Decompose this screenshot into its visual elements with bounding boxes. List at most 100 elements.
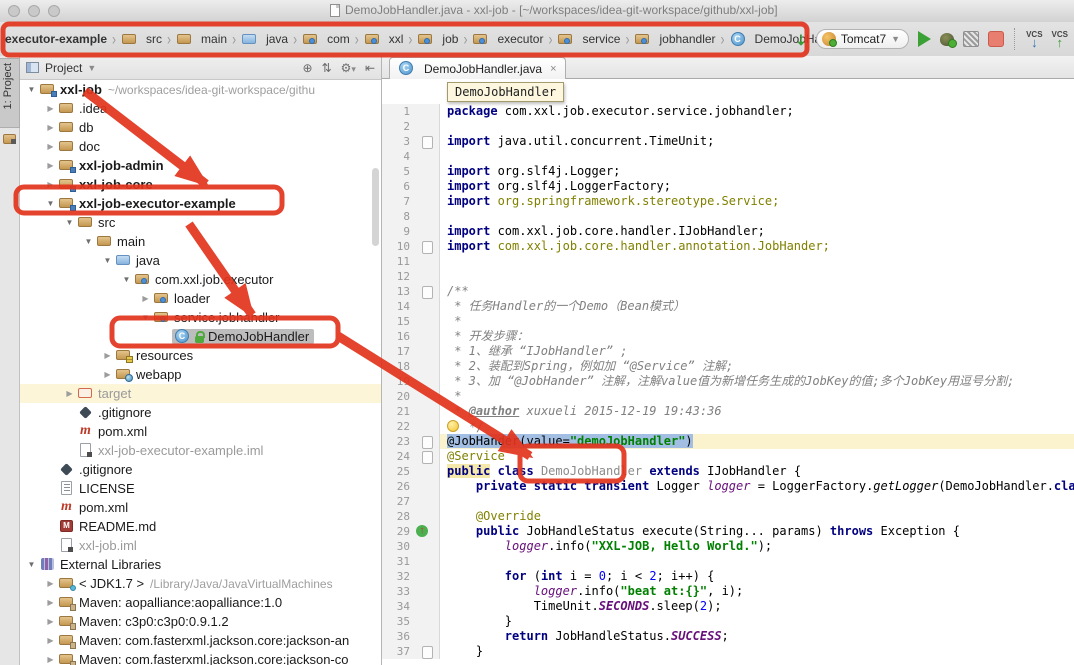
tree-row-service-jobhandler[interactable]: ▼service.jobhandler — [20, 308, 381, 327]
breadcrumb-item-java[interactable]: java — [240, 30, 289, 49]
breadcrumb-item-com[interactable]: com — [301, 30, 351, 49]
line-number[interactable]: 35 — [382, 614, 414, 629]
code-line-1[interactable]: 1 package com.xxl.job.executor.service.jo… — [382, 104, 1074, 119]
tree-row-external-libraries[interactable]: ▼External Libraries — [20, 555, 381, 574]
code-line-10[interactable]: 10import com.xxl.job.core.handler.annota… — [382, 239, 1074, 254]
code-text[interactable]: */ — [440, 419, 1074, 434]
code-text[interactable] — [440, 149, 1074, 164]
line-number[interactable]: 25 — [382, 464, 414, 479]
line-number[interactable]: 3 — [382, 134, 414, 149]
code-line-14[interactable]: 14 * 任务Handler的一个Demo（Bean模式） — [382, 299, 1074, 314]
code-line-5[interactable]: 5import org.slf4j.Logger; — [382, 164, 1074, 179]
line-number[interactable]: 2 — [382, 119, 414, 134]
project-stripe-folder-icon[interactable] — [3, 134, 16, 144]
tree-row-maven-aopalliance-aopalliance-1-0[interactable]: ▶Maven: aopalliance:aopalliance:1.0 — [20, 593, 381, 612]
code-text[interactable]: * 1、继承 “IJobHandler” ; — [440, 344, 1074, 359]
code-text[interactable] — [440, 209, 1074, 224]
line-number[interactable]: 28 — [382, 509, 414, 524]
code-line-22[interactable]: 22 */ — [382, 419, 1074, 434]
code-line-13[interactable]: 13/** — [382, 284, 1074, 299]
tree-expander[interactable]: ▼ — [100, 256, 115, 265]
tree-row-doc[interactable]: ▶doc — [20, 137, 381, 156]
line-number[interactable]: 17 — [382, 344, 414, 359]
vcs-update-button[interactable]: VCS ↓ — [1026, 31, 1042, 47]
line-number[interactable]: 18 — [382, 359, 414, 374]
minimize-window-button[interactable] — [28, 5, 40, 17]
breadcrumb-item-xxl[interactable]: xxl — [363, 30, 405, 49]
code-line-20[interactable]: 20 * — [382, 389, 1074, 404]
tree-row-src[interactable]: ▼src — [20, 213, 381, 232]
line-number[interactable]: 16 — [382, 329, 414, 344]
line-number[interactable]: 9 — [382, 224, 414, 239]
update-arrow-icon[interactable]: ⇣ — [795, 32, 807, 49]
code-line-11[interactable]: 11 — [382, 254, 1074, 269]
code-line-7[interactable]: 7import org.springframework.stereotype.S… — [382, 194, 1074, 209]
code-text[interactable]: TimeUnit.SECONDS.sleep(2); — [440, 599, 1074, 614]
code-text[interactable]: @Service — [440, 449, 1074, 464]
run-button[interactable] — [918, 31, 931, 47]
fold-marker[interactable] — [414, 434, 440, 449]
line-number[interactable]: 7 — [382, 194, 414, 209]
code-text[interactable]: logger.info("XXL-JOB, Hello World."); — [440, 539, 1074, 554]
tree-row--gitignore[interactable]: .gitignore — [20, 403, 381, 422]
code-text[interactable]: public JobHandleStatus execute(String...… — [440, 524, 1074, 539]
code-text[interactable]: * @author xuxueli 2015-12-19 19:43:36 — [440, 404, 1074, 419]
line-number[interactable]: 27 — [382, 494, 414, 509]
line-number[interactable]: 30 — [382, 539, 414, 554]
run-configuration-select[interactable]: Tomcat7 ▼ — [816, 29, 909, 49]
tree-row-pom-xml[interactable]: pom.xml — [20, 498, 381, 517]
code-line-33[interactable]: 33 logger.info("beat at:{}", i); — [382, 584, 1074, 599]
tree-row-demojobhandler[interactable]: DemoJobHandler — [20, 327, 381, 346]
code-text[interactable]: } — [440, 614, 1074, 629]
line-number[interactable]: 4 — [382, 149, 414, 164]
tree-row-target[interactable]: ▶target — [20, 384, 381, 403]
close-window-button[interactable] — [8, 5, 20, 17]
line-number[interactable]: 14 — [382, 299, 414, 314]
code-line-24[interactable]: 24 @Service — [382, 449, 1074, 464]
code-text[interactable]: * — [440, 314, 1074, 329]
code-line-32[interactable]: 32 for (int i = 0; i < 2; i++) { — [382, 569, 1074, 584]
fold-marker[interactable] — [414, 239, 440, 254]
tree-expander[interactable]: ▼ — [119, 275, 134, 284]
tree-expander[interactable]: ▶ — [43, 579, 58, 588]
line-number[interactable]: 33 — [382, 584, 414, 599]
code-text[interactable]: * 3、加 “@JobHander” 注解，注解value值为新增任务生成的Jo… — [440, 374, 1074, 389]
code-text[interactable] — [440, 494, 1074, 509]
breadcrumb-item-main[interactable]: main — [175, 30, 228, 49]
code-text[interactable]: package com.xxl.job.executor.service.job… — [440, 104, 1074, 119]
debug-button[interactable] — [940, 33, 954, 46]
fold-marker[interactable] — [414, 449, 440, 464]
code-text[interactable]: import java.util.concurrent.TimeUnit; — [440, 134, 1074, 149]
overriding-method-icon[interactable]: ↑ — [416, 525, 428, 537]
code-line-26[interactable]: 26 private static transient Logger logge… — [382, 479, 1074, 494]
chevron-down-icon[interactable]: ▼ — [87, 63, 96, 73]
breadcrumb-item-service[interactable]: service — [556, 30, 621, 49]
tree-row-loader[interactable]: ▶loader — [20, 289, 381, 308]
breadcrumb-item-executor-example[interactable]: executor-example — [4, 30, 108, 48]
tree-expander[interactable]: ▼ — [43, 199, 58, 208]
tree-row-resources[interactable]: ▶resources — [20, 346, 381, 365]
code-line-4[interactable]: 4 — [382, 149, 1074, 164]
locate-icon[interactable]: ⊕ — [303, 61, 313, 75]
breadcrumb-item-executor[interactable]: executor — [471, 30, 544, 49]
code-text[interactable]: for (int i = 0; i < 2; i++) { — [440, 569, 1074, 584]
stop-button[interactable] — [988, 31, 1004, 47]
tree-expander[interactable]: ▶ — [100, 351, 115, 360]
code-line-12[interactable]: 12 — [382, 269, 1074, 284]
code-line-27[interactable]: 27 — [382, 494, 1074, 509]
tree-row--idea[interactable]: ▶.idea — [20, 99, 381, 118]
line-number[interactable]: 24 — [382, 449, 414, 464]
code-text[interactable]: import org.slf4j.LoggerFactory; — [440, 179, 1074, 194]
line-number[interactable]: 23 — [382, 434, 414, 449]
tree-row-webapp[interactable]: ▶webapp — [20, 365, 381, 384]
tree-row-java[interactable]: ▼java — [20, 251, 381, 270]
tree-expander[interactable]: ▼ — [24, 85, 39, 94]
tree-row-com-xxl-job-executor[interactable]: ▼com.xxl.job.executor — [20, 270, 381, 289]
line-number[interactable]: 1 — [382, 104, 414, 119]
code-line-37[interactable]: 37 } — [382, 644, 1074, 659]
line-number[interactable]: 34 — [382, 599, 414, 614]
code-line-25[interactable]: 25public class DemoJobHandler extends IJ… — [382, 464, 1074, 479]
tab-demojobhandler[interactable]: DemoJobHandler.java × — [389, 57, 566, 79]
code-line-35[interactable]: 35 } — [382, 614, 1074, 629]
lightbulb-icon[interactable] — [447, 420, 459, 432]
